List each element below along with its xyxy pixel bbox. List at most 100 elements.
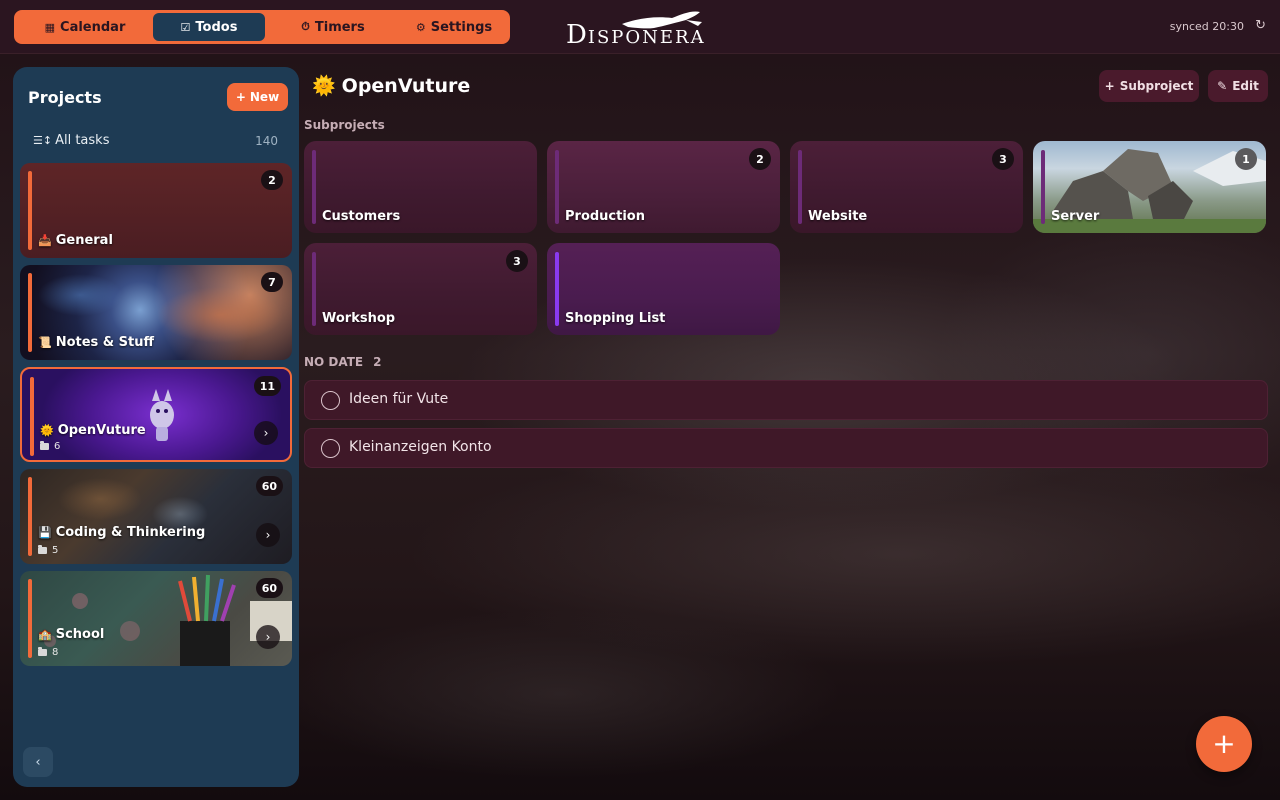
task-row[interactable]: Kleinanzeigen Konto bbox=[304, 428, 1268, 468]
task-count-badge: 3 bbox=[506, 250, 528, 272]
task-title: Ideen für Vute bbox=[349, 391, 449, 407]
subprojects-heading: Subprojects bbox=[304, 118, 385, 132]
plus-icon: + bbox=[1104, 79, 1115, 93]
subproject-card-production[interactable]: 2 Production bbox=[547, 141, 780, 233]
subproject-count: 6 bbox=[40, 441, 60, 452]
chevron-right-icon[interactable]: › bbox=[256, 625, 280, 649]
projects-sidebar: Projects + New ☰↕ All tasks 140 2 📥 Genera… bbox=[13, 67, 299, 787]
tab-label: Timers bbox=[314, 19, 365, 35]
project-card-general[interactable]: 2 📥 General bbox=[20, 163, 292, 258]
folder-icon bbox=[38, 647, 47, 656]
task-count-badge: 1 bbox=[1235, 148, 1257, 170]
chevron-right-icon[interactable]: › bbox=[256, 523, 280, 547]
plus-icon: + bbox=[1212, 727, 1236, 760]
project-color-stripe bbox=[28, 477, 32, 556]
project-card-openvuture[interactable]: 11 🌞 OpenVuture 6 › bbox=[20, 367, 292, 462]
subproject-card-customers[interactable]: Customers bbox=[304, 141, 537, 233]
subproject-color-stripe bbox=[555, 150, 559, 224]
workshop-image bbox=[20, 469, 292, 564]
sun-icon: 🌞 bbox=[40, 424, 54, 437]
sidebar-title: Projects bbox=[28, 88, 102, 107]
calendar-icon: ▦ bbox=[44, 20, 56, 34]
tab-calendar[interactable]: ▦ Calendar bbox=[17, 13, 153, 41]
add-subproject-button[interactable]: + Subproject bbox=[1099, 70, 1199, 102]
subproject-name: Shopping List bbox=[565, 311, 666, 326]
task-count-badge: 60 bbox=[255, 578, 283, 598]
app-logo: DISPONERA bbox=[560, 6, 720, 50]
project-color-stripe bbox=[28, 579, 32, 658]
fox-mascot-icon bbox=[150, 389, 174, 441]
subproject-name: Server bbox=[1051, 209, 1100, 224]
project-name: 🌞 OpenVuture bbox=[40, 423, 146, 438]
school-icon: 🏫 bbox=[38, 628, 52, 641]
new-label: New bbox=[249, 90, 280, 104]
subproject-color-stripe bbox=[1041, 150, 1045, 224]
main-nav: ▦ Calendar ☑ Todos ⏱ Timers ⚙ Settings bbox=[14, 10, 510, 44]
collapse-sidebar-button[interactable]: ‹ bbox=[23, 747, 53, 777]
tab-timers[interactable]: ⏱ Timers bbox=[265, 13, 401, 41]
folder-icon bbox=[40, 441, 49, 450]
subproject-color-stripe bbox=[555, 252, 559, 326]
project-name: 📜 Notes & Stuff bbox=[38, 335, 155, 350]
button-label: Subproject bbox=[1119, 79, 1194, 93]
logo-text: DISPONERA bbox=[566, 20, 706, 50]
plus-icon: + bbox=[235, 90, 246, 104]
project-color-stripe bbox=[30, 377, 34, 456]
edit-project-button[interactable]: ✎ Edit bbox=[1208, 70, 1268, 102]
new-project-button[interactable]: + New bbox=[227, 83, 288, 111]
pencils-image bbox=[44, 574, 292, 666]
refresh-icon[interactable]: ↻ bbox=[1255, 18, 1266, 33]
tab-todos[interactable]: ☑ Todos bbox=[153, 13, 265, 41]
all-tasks-label: All tasks bbox=[55, 133, 110, 148]
all-tasks-count: 140 bbox=[255, 134, 278, 148]
sun-icon: 🌞 bbox=[312, 75, 336, 97]
folder-icon bbox=[38, 545, 47, 554]
task-complete-checkbox[interactable] bbox=[321, 439, 340, 458]
subproject-card-shopping-list[interactable]: Shopping List bbox=[547, 243, 780, 335]
pencil-icon: ✎ bbox=[1217, 79, 1228, 93]
task-count-badge: 2 bbox=[261, 170, 283, 190]
page-title: 🌞 OpenVuture bbox=[312, 75, 471, 97]
floppy-disk-icon: 💾 bbox=[38, 526, 52, 539]
stopwatch-icon: ⏱ bbox=[301, 20, 310, 33]
checkbox-icon: ☑ bbox=[180, 20, 191, 34]
subproject-color-stripe bbox=[798, 150, 802, 224]
subproject-count: 8 bbox=[38, 647, 58, 658]
task-count-badge: 60 bbox=[255, 476, 283, 496]
task-count-badge: 7 bbox=[261, 272, 283, 292]
project-card-coding-thinkering[interactable]: 60 💾 Coding & Thinkering 5 › bbox=[20, 469, 292, 564]
top-bar: ▦ Calendar ☑ Todos ⏱ Timers ⚙ Settings D… bbox=[0, 0, 1280, 54]
sync-status: synced 20:30 bbox=[1169, 20, 1244, 33]
inbox-icon: 📥 bbox=[38, 234, 52, 247]
subproject-name: Customers bbox=[322, 209, 401, 224]
all-tasks-item[interactable]: ☰↕ All tasks bbox=[33, 133, 109, 148]
scroll-icon: 📜 bbox=[38, 336, 52, 349]
project-color-stripe bbox=[28, 171, 32, 250]
subproject-name: Workshop bbox=[322, 311, 396, 326]
subproject-card-workshop[interactable]: 3 Workshop bbox=[304, 243, 537, 335]
subproject-count: 5 bbox=[38, 545, 58, 556]
tab-label: Settings bbox=[430, 19, 493, 35]
task-count-badge: 2 bbox=[749, 148, 771, 170]
chevron-right-icon[interactable]: › bbox=[254, 421, 278, 445]
button-label: Edit bbox=[1232, 79, 1259, 93]
task-complete-checkbox[interactable] bbox=[321, 391, 340, 410]
sort-icon: ☰↕ bbox=[33, 134, 53, 147]
project-name: 📥 General bbox=[38, 233, 113, 248]
subproject-color-stripe bbox=[312, 150, 316, 224]
subproject-card-website[interactable]: 3 Website bbox=[790, 141, 1023, 233]
task-count-badge: 3 bbox=[992, 148, 1014, 170]
subproject-name: Production bbox=[565, 209, 645, 224]
project-card-school[interactable]: 60 🏫 School 8 › bbox=[20, 571, 292, 666]
tab-settings[interactable]: ⚙ Settings bbox=[401, 13, 507, 41]
project-color-stripe bbox=[28, 273, 32, 352]
project-card-notes-stuff[interactable]: 7 📜 Notes & Stuff bbox=[20, 265, 292, 360]
subproject-card-server[interactable]: 1 Server bbox=[1033, 141, 1266, 233]
task-count-badge: 11 bbox=[253, 376, 281, 396]
no-date-count: 2 bbox=[373, 355, 382, 369]
task-row[interactable]: Ideen für Vute bbox=[304, 380, 1268, 420]
project-name: 🏫 School bbox=[38, 627, 105, 642]
gear-icon: ⚙ bbox=[415, 20, 426, 34]
add-task-button[interactable]: + bbox=[1196, 716, 1252, 772]
no-date-heading: NO DATE 2 bbox=[304, 355, 382, 369]
